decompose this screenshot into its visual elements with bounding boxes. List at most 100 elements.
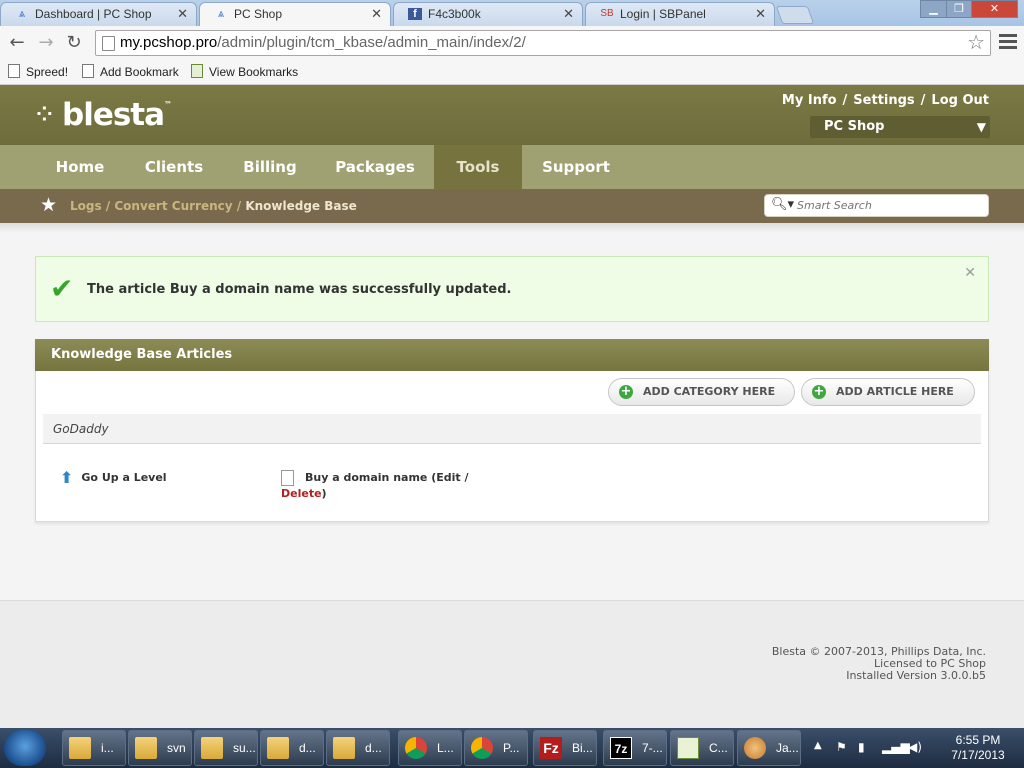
tab-title: PC Shop bbox=[234, 7, 283, 21]
nav-tools[interactable]: Tools bbox=[434, 145, 522, 189]
taskbar-label: P... bbox=[503, 741, 520, 755]
bookmark-star-icon[interactable]: ☆ bbox=[967, 31, 985, 55]
taskbar-item[interactable]: P... bbox=[464, 730, 528, 766]
back-arrow-icon[interactable]: ← bbox=[6, 32, 28, 54]
taskbar-item[interactable]: svn bbox=[128, 730, 192, 766]
reload-icon[interactable]: ↻ bbox=[63, 32, 85, 54]
add-category-button[interactable]: + ADD CATEGORY HERE bbox=[608, 378, 795, 406]
taskbar-label: i... bbox=[101, 741, 114, 755]
show-hidden-icons-icon[interactable]: ▲ bbox=[814, 740, 822, 751]
go-up-label: Go Up a Level bbox=[81, 471, 167, 484]
page-footer: Blesta © 2007-2013, Phillips Data, Inc. … bbox=[0, 600, 1024, 729]
facebook-icon: f bbox=[408, 8, 422, 20]
knowledge-base-panel: Knowledge Base Articles + ADD CATEGORY H… bbox=[35, 339, 989, 522]
trademark: ™ bbox=[164, 100, 172, 109]
forward-arrow-icon[interactable]: → bbox=[35, 32, 57, 54]
article-title[interactable]: Buy a domain name bbox=[305, 471, 427, 484]
settings-link[interactable]: Settings bbox=[853, 93, 914, 108]
new-tab-button[interactable] bbox=[775, 6, 815, 24]
power-icon[interactable]: ▮ bbox=[858, 740, 865, 754]
browser-tab-active[interactable]: ⩓ PC Shop ✕ bbox=[199, 2, 391, 26]
close-icon[interactable]: ✕ bbox=[563, 6, 574, 22]
taskbar-item[interactable]: Ja... bbox=[737, 730, 801, 766]
bookmark-label: View Bookmarks bbox=[209, 65, 299, 79]
browser-menu-icon[interactable] bbox=[999, 31, 1017, 52]
nav-clients[interactable]: Clients bbox=[130, 145, 218, 189]
alert-message: The article Buy a domain name was succes… bbox=[87, 282, 512, 297]
taskbar-item[interactable]: L... bbox=[398, 730, 462, 766]
breadcrumb-convert-currency[interactable]: Convert Currency bbox=[114, 199, 232, 213]
maximize-button[interactable]: ❐ bbox=[946, 0, 972, 18]
filezilla-icon: Fz bbox=[540, 737, 562, 759]
go-up-link[interactable]: ⬆ Go Up a Level bbox=[60, 468, 167, 487]
close-icon[interactable]: ✕ bbox=[755, 6, 766, 22]
smart-search[interactable]: 🔍︎▾ bbox=[764, 194, 989, 217]
browser-tab[interactable]: f F4c3b00k ✕ bbox=[393, 2, 583, 26]
nav-support[interactable]: Support bbox=[532, 145, 620, 189]
browser-tab[interactable]: SB Login | SBPanel ✕ bbox=[585, 2, 775, 26]
taskbar-item[interactable]: d... bbox=[326, 730, 390, 766]
delete-link[interactable]: Delete bbox=[281, 487, 322, 500]
system-clock[interactable]: 6:55 PM 7/17/2013 bbox=[938, 733, 1018, 763]
browser-tab[interactable]: ⩓ Dashboard | PC Shop ✕ bbox=[0, 2, 197, 26]
taskbar-item[interactable]: C... bbox=[670, 730, 734, 766]
taskbar-label: d... bbox=[365, 741, 382, 755]
link-separator: / bbox=[842, 93, 848, 108]
bookmarks-bar: Spreed! Add Bookmark View Bookmarks bbox=[0, 60, 1024, 85]
close-icon[interactable]: ✕ bbox=[964, 265, 976, 281]
taskbar-label: 7-... bbox=[642, 741, 663, 755]
volume-icon[interactable]: ◀) bbox=[908, 740, 922, 754]
chrome-icon bbox=[471, 737, 493, 759]
url-domain: my.pcshop.pro bbox=[120, 34, 218, 51]
nav-packages[interactable]: Packages bbox=[322, 145, 428, 189]
nav-billing[interactable]: Billing bbox=[226, 145, 314, 189]
system-tray: ▲ ⚑ ▮ ▂▄▆ ◀) 6:55 PM 7/17/2013 bbox=[808, 728, 1024, 768]
nav-home[interactable]: Home bbox=[36, 145, 124, 189]
taskbar-label: L... bbox=[437, 741, 454, 755]
bookmark-item[interactable]: Spreed! bbox=[8, 63, 68, 81]
tab-title: Dashboard | PC Shop bbox=[35, 7, 152, 21]
my-info-link[interactable]: My Info bbox=[782, 93, 837, 108]
taskbar-label: C... bbox=[709, 741, 728, 755]
taskbar-item[interactable]: i... bbox=[62, 730, 126, 766]
window-close-button[interactable]: ✕ bbox=[971, 0, 1018, 18]
blesta-logo[interactable]: ⁘ blesta™ bbox=[36, 97, 172, 133]
taskbar-label: Bi... bbox=[572, 741, 593, 755]
search-input[interactable] bbox=[797, 198, 977, 213]
search-icon[interactable]: 🔍︎▾ bbox=[771, 197, 794, 212]
notepad-plus-icon bbox=[677, 737, 699, 759]
logo-text: blesta bbox=[62, 97, 165, 133]
minimize-button[interactable]: ▁ bbox=[920, 0, 947, 18]
browser-tab-strip: ⩓ Dashboard | PC Shop ✕ ⩓ PC Shop ✕ f F4… bbox=[0, 0, 1024, 26]
log-out-link[interactable]: Log Out bbox=[931, 93, 989, 108]
page-icon bbox=[82, 64, 94, 78]
taskbar-item[interactable]: d... bbox=[260, 730, 324, 766]
start-button[interactable] bbox=[4, 730, 46, 766]
action-center-flag-icon[interactable]: ⚑ bbox=[836, 740, 847, 754]
taskbar-item[interactable]: su... bbox=[194, 730, 258, 766]
bookmark-item[interactable]: Add Bookmark bbox=[82, 63, 179, 81]
add-article-button[interactable]: + ADD ARTICLE HERE bbox=[801, 378, 975, 406]
7zip-icon: 7z bbox=[610, 737, 632, 759]
close-icon[interactable]: ✕ bbox=[371, 6, 382, 22]
bookmarks-grid-icon bbox=[191, 64, 203, 78]
up-arrow-icon: ⬆ bbox=[60, 468, 74, 487]
browser-toolbar: ← → ↻ my.pcshop.pro/admin/plugin/tcm_kba… bbox=[0, 26, 1024, 60]
folder-icon bbox=[333, 737, 355, 759]
star-icon[interactable]: ★ bbox=[40, 195, 57, 215]
breadcrumb-current: Knowledge Base bbox=[245, 199, 357, 213]
taskbar-item[interactable]: Fz Bi... bbox=[533, 730, 597, 766]
url-path: /admin/plugin/tcm_kbase/admin_main/index… bbox=[217, 34, 526, 51]
taskbar-item[interactable]: 7z 7-... bbox=[603, 730, 667, 766]
address-bar[interactable]: my.pcshop.pro/admin/plugin/tcm_kbase/adm… bbox=[95, 30, 991, 56]
company-select[interactable]: PC Shop ▼ bbox=[810, 116, 990, 138]
breadcrumb: Logs / Convert Currency / Knowledge Base bbox=[70, 199, 357, 213]
paint-icon bbox=[744, 737, 766, 759]
account-links: My Info / Settings / Log Out bbox=[782, 93, 989, 108]
breadcrumb-logs[interactable]: Logs bbox=[70, 199, 102, 213]
close-icon[interactable]: ✕ bbox=[177, 6, 188, 22]
network-signal-icon[interactable]: ▂▄▆ bbox=[882, 740, 910, 754]
bookmark-item[interactable]: View Bookmarks bbox=[191, 63, 298, 81]
edit-link[interactable]: Edit bbox=[436, 471, 460, 484]
taskbar-label: d... bbox=[299, 741, 316, 755]
